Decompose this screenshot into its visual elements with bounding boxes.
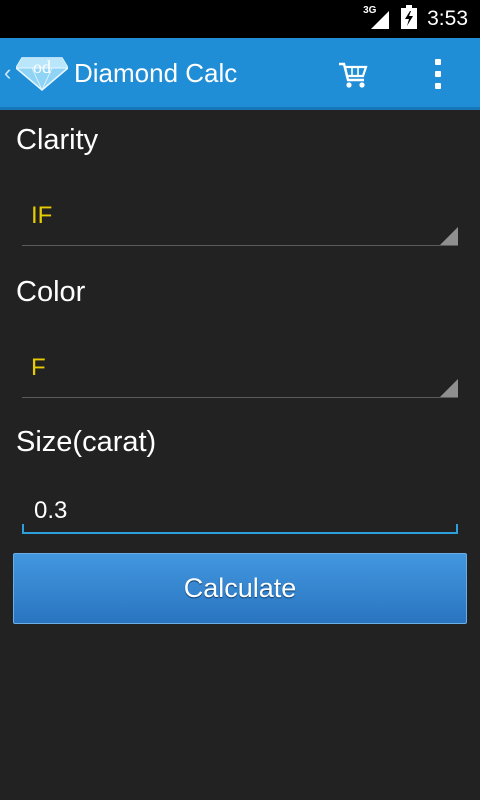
status-clock: 3:53 — [427, 7, 468, 30]
calculate-button[interactable]: Calculate — [13, 553, 467, 624]
up-caret-icon[interactable]: ‹ — [4, 60, 11, 86]
cart-icon — [339, 62, 368, 88]
clarity-spinner[interactable]: IF — [22, 194, 458, 246]
app-title: Diamond Calc — [74, 58, 238, 88]
clarity-label: Clarity — [16, 124, 99, 156]
action-bar: ‹ od Diamond Calc — [0, 38, 480, 110]
color-spinner[interactable]: F — [22, 346, 458, 398]
status-bar: 3G 3:53 — [0, 0, 480, 38]
overflow-dot — [435, 59, 441, 65]
overflow-dot — [435, 83, 441, 89]
overflow-menu-button[interactable] — [420, 54, 456, 94]
size-label: Size(carat) — [16, 426, 157, 458]
overflow-dot — [435, 71, 441, 77]
dropdown-arrow-icon — [440, 379, 458, 397]
dropdown-arrow-icon — [440, 227, 458, 245]
network-type-label: 3G — [363, 5, 377, 16]
cart-button[interactable] — [336, 58, 370, 92]
battery-icon — [401, 5, 418, 33]
cell-signal-icon: 3G — [363, 5, 391, 31]
clarity-selected-value: IF — [31, 202, 53, 229]
status-icons: 3G 3:53 — [363, 0, 468, 38]
app-logo-home-button[interactable]: od — [15, 54, 69, 92]
size-input[interactable] — [34, 494, 434, 528]
color-selected-value: F — [31, 354, 46, 381]
diamond-logo-icon: od — [15, 57, 69, 91]
logo-text: od — [33, 57, 51, 77]
size-field[interactable] — [22, 488, 458, 534]
color-label: Color — [16, 276, 86, 308]
